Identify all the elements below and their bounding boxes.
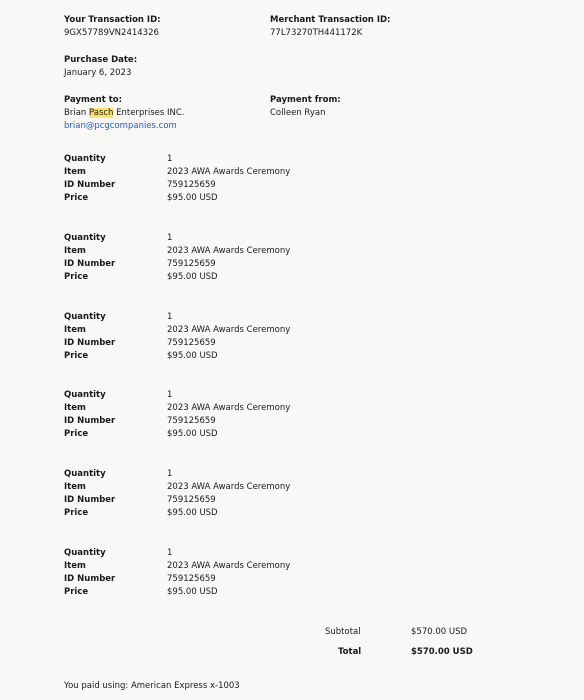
price-value: $95.00 USD bbox=[167, 350, 218, 361]
id-number-label: ID Number bbox=[64, 574, 116, 584]
quantity-value: 1 bbox=[167, 154, 173, 164]
line-item: Quantity 1 Item 2023 AWA Awards Ceremony ID … bbox=[64, 154, 364, 206]
payment-to-email-link[interactable]: brian@pcgcompanies.com bbox=[64, 121, 177, 132]
price-value: $95.00 USD bbox=[167, 508, 218, 519]
payment-to-name-highlight: Pasch bbox=[89, 108, 114, 118]
payment-from-label: Payment from: bbox=[270, 95, 341, 105]
item-value: 2023 AWA Awards Ceremony bbox=[167, 324, 291, 335]
purchase-date-label: Purchase Date: bbox=[64, 55, 138, 65]
quantity-label: Quantity bbox=[64, 154, 106, 164]
id-number-label: ID Number bbox=[64, 180, 116, 190]
merchant-id-label: Merchant Transaction ID: bbox=[270, 15, 391, 25]
price-value: $95.00 USD bbox=[167, 271, 218, 282]
price-label: Price bbox=[64, 350, 89, 361]
item-label: Item bbox=[64, 561, 86, 571]
total-value: $570.00 USD bbox=[411, 647, 473, 657]
price-value: $95.00 USD bbox=[167, 193, 218, 203]
id-number-label: ID Number bbox=[64, 495, 116, 506]
item-label: Item bbox=[64, 403, 86, 414]
quantity-label: Quantity bbox=[64, 311, 106, 322]
id-number-value: 759125659 bbox=[167, 258, 216, 269]
item-value: 2023 AWA Awards Ceremony bbox=[167, 561, 291, 571]
id-number-label: ID Number bbox=[64, 416, 116, 427]
price-label: Price bbox=[64, 508, 89, 519]
price-label: Price bbox=[64, 193, 89, 203]
quantity-value: 1 bbox=[167, 548, 173, 558]
id-number-value: 759125659 bbox=[167, 337, 216, 348]
id-number-value: 759125659 bbox=[167, 416, 216, 427]
line-item: Quantity 1 Item 2023 AWA Awards Ceremony ID … bbox=[64, 469, 364, 521]
item-value: 2023 AWA Awards Ceremony bbox=[167, 167, 291, 177]
line-item: Quantity 1 Item 2023 AWA Awards Ceremony ID … bbox=[64, 548, 364, 600]
item-label: Item bbox=[64, 167, 86, 177]
payment-from-name: Colleen Ryan bbox=[270, 108, 326, 118]
total-label: Total bbox=[338, 647, 362, 657]
item-label: Item bbox=[64, 245, 86, 256]
price-label: Price bbox=[64, 271, 89, 282]
purchase-date-value: January 6, 2023 bbox=[64, 68, 132, 78]
subtotal-value: $570.00 USD bbox=[411, 627, 468, 637]
payment-to-label: Payment to: bbox=[64, 95, 123, 105]
quantity-value: 1 bbox=[167, 390, 173, 401]
subtotal-label: Subtotal bbox=[325, 627, 361, 637]
id-number-label: ID Number bbox=[64, 258, 116, 269]
payment-to-name-pre: Brian bbox=[64, 108, 89, 118]
quantity-label: Quantity bbox=[64, 232, 106, 243]
transaction-id-label: Your Transaction ID: bbox=[64, 15, 161, 25]
quantity-value: 1 bbox=[167, 232, 173, 243]
id-number-value: 759125659 bbox=[167, 495, 216, 506]
price-label: Price bbox=[64, 587, 89, 597]
line-item: Quantity 1 Item 2023 AWA Awards Ceremony ID … bbox=[64, 233, 364, 285]
item-value: 2023 AWA Awards Ceremony bbox=[167, 482, 291, 493]
transaction-id-value: 9GX57789VN2414326 bbox=[64, 28, 159, 38]
payment-to-name-post: Enterprises INC. bbox=[113, 108, 185, 118]
id-number-label: ID Number bbox=[64, 337, 116, 348]
item-label: Item bbox=[64, 482, 86, 493]
quantity-label: Quantity bbox=[64, 390, 106, 401]
price-value: $95.00 USD bbox=[167, 429, 218, 440]
item-value: 2023 AWA Awards Ceremony bbox=[167, 403, 291, 414]
payment-to-name: Brian Pasch Enterprises INC. bbox=[64, 108, 185, 119]
line-item: Quantity 1 Item 2023 AWA Awards Ceremony ID … bbox=[64, 312, 364, 364]
price-label: Price bbox=[64, 429, 89, 440]
quantity-value: 1 bbox=[167, 469, 173, 480]
price-value: $95.00 USD bbox=[167, 587, 218, 597]
line-item: Quantity 1 Item 2023 AWA Awards Ceremony ID … bbox=[64, 390, 364, 442]
quantity-value: 1 bbox=[167, 311, 173, 322]
item-value: 2023 AWA Awards Ceremony bbox=[167, 245, 291, 256]
paid-using-text: You paid using: American Express x-1003 bbox=[64, 681, 240, 691]
quantity-label: Quantity bbox=[64, 548, 106, 558]
id-number-value: 759125659 bbox=[167, 180, 216, 190]
item-label: Item bbox=[64, 324, 86, 335]
quantity-label: Quantity bbox=[64, 469, 106, 480]
merchant-id-value: 77L73270TH441172K bbox=[270, 28, 363, 38]
id-number-value: 759125659 bbox=[167, 574, 216, 584]
